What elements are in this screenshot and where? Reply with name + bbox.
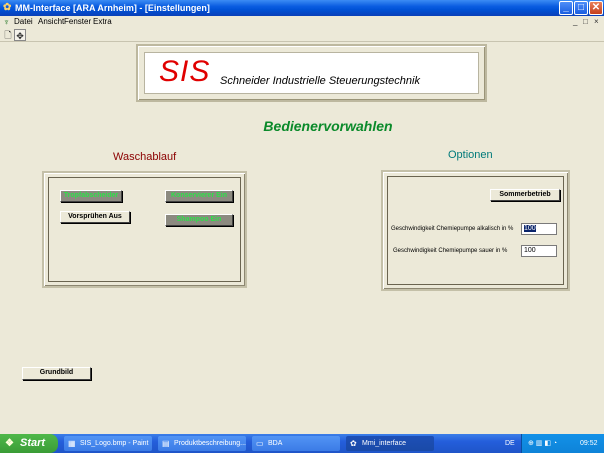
language-indicator[interactable]: DE	[505, 434, 515, 453]
minimize-button[interactable]: _	[559, 1, 573, 15]
word-icon: ▤	[162, 439, 170, 448]
sommerbetrieb-button[interactable]: Sommerbetrieb	[490, 189, 560, 201]
navigate-icon[interactable]: ✥	[14, 29, 26, 41]
alkalisch-label: Geschwindigkeit Chemiepumpe alkalisch in…	[391, 226, 514, 232]
app-icon: ✿	[350, 439, 357, 448]
mdi-restore-button[interactable]: □	[583, 16, 588, 28]
grundbild-button[interactable]: Grundbild	[22, 367, 91, 380]
task-mmi-interface-label: Mmi_interface	[362, 440, 406, 447]
task-bda-label: BDA	[268, 440, 283, 447]
menu-fenster[interactable]: Fenster	[64, 16, 91, 28]
menu-ansicht[interactable]: Ansicht	[38, 16, 64, 28]
clock: 09:52	[580, 440, 598, 447]
optionen-panel: Sommerbetrieb Geschwindigkeit Chemiepump…	[381, 170, 570, 291]
task-produktbeschreibung[interactable]: ▤ Produktbeschreibung...	[158, 436, 246, 451]
close-button[interactable]: ✕	[589, 1, 603, 15]
mdi-child-icon[interactable]: ♆	[3, 17, 12, 27]
alkalisch-value: 100	[524, 225, 536, 232]
alkalisch-input[interactable]: 100	[521, 223, 557, 235]
maximize-button[interactable]: □	[574, 1, 588, 15]
menu-datei[interactable]: Datei	[14, 16, 33, 28]
section-title-optionen: Optionen	[448, 149, 493, 161]
tray-icons[interactable]: ⊕ ▥ ◧ ◔	[528, 434, 557, 453]
menu-extra[interactable]: Extra	[93, 16, 112, 28]
title-bar[interactable]: ✿ MM-Interface [ARA Arnheim] - [Einstell…	[0, 0, 604, 16]
window-title: MM-Interface [ARA Arnheim] - [Einstellun…	[15, 3, 210, 13]
mdi-minimize-button[interactable]: _	[573, 16, 577, 28]
logo-frame: SIS Schneider Industrielle Steuerungstec…	[136, 44, 487, 102]
section-title-waschablauf: Waschablauf	[113, 151, 177, 163]
task-mmi-interface[interactable]: ✿ Mmi_interface	[346, 436, 434, 451]
new-document-icon[interactable]: 🗋	[2, 29, 14, 41]
paint-icon: ▦	[68, 439, 76, 448]
task-paint-label: SIS_Logo.bmp - Paint	[80, 440, 149, 447]
toolbar: 🗋 ✥	[0, 28, 604, 42]
folder-icon: ▭	[256, 439, 264, 448]
tropfabscheider-button[interactable]: Tropfabscheider	[60, 190, 122, 202]
task-paint[interactable]: ▦ SIS_Logo.bmp - Paint	[64, 436, 152, 451]
taskbar: ❖ Start ▦ SIS_Logo.bmp - Paint ▤ Produkt…	[0, 434, 604, 453]
page-title: Bedienervorwahlen	[263, 118, 393, 134]
shampoo-button[interactable]: Shampoo Ein	[165, 214, 233, 226]
task-produktbeschreibung-label: Produktbeschreibung...	[174, 440, 246, 447]
sauer-input[interactable]: 100	[521, 245, 557, 257]
konservierer-button[interactable]: Konservierer Ein	[165, 190, 233, 202]
windows-logo-icon: ❖	[5, 438, 14, 449]
start-label: Start	[20, 437, 46, 449]
start-button[interactable]: ❖ Start	[0, 434, 58, 453]
task-bda[interactable]: ▭ BDA	[252, 436, 340, 451]
menu-bar: ♆ Datei Ansicht Fenster Extra _ □ ×	[0, 16, 604, 28]
mdi-close-button[interactable]: ×	[594, 16, 599, 28]
app-icon[interactable]: ✿	[3, 2, 14, 13]
logo-tagline: Schneider Industrielle Steuerungstechnik	[220, 75, 420, 87]
logo-panel: SIS Schneider Industrielle Steuerungstec…	[144, 52, 479, 94]
vorspruehen-button[interactable]: Vorsprühen Aus	[60, 211, 130, 223]
logo-brand: SIS	[159, 55, 211, 88]
waschablauf-panel: Tropfabscheider Vorsprühen Aus Konservie…	[42, 171, 247, 288]
system-tray: ⊕ ▥ ◧ ◔ 09:52	[521, 434, 604, 453]
sauer-label: Geschwindigkeit Chemiepumpe sauer in %	[393, 248, 508, 254]
